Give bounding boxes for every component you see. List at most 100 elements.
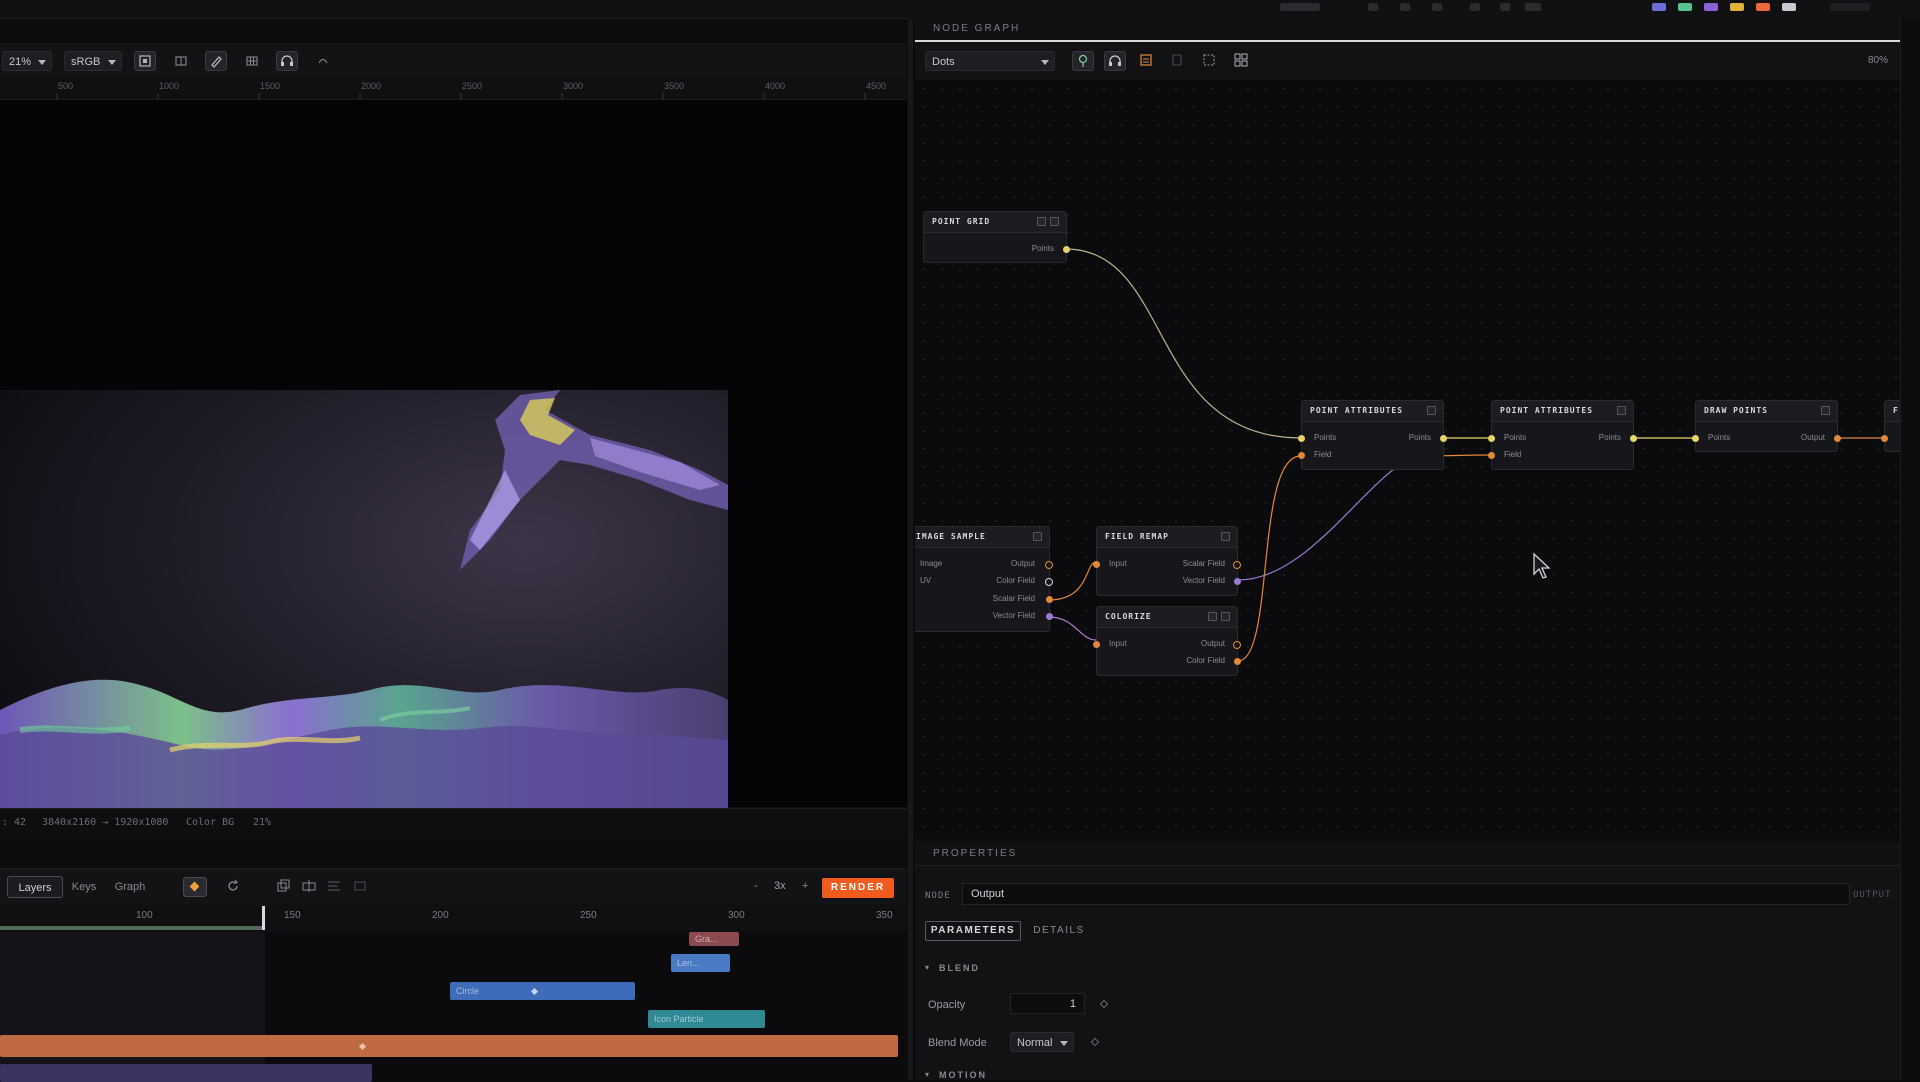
blend-mode-select[interactable]: Normal: [1010, 1032, 1074, 1052]
color-swatch[interactable]: [1756, 3, 1770, 11]
input-port[interactable]: [1093, 561, 1100, 568]
input-port[interactable]: [1488, 435, 1495, 442]
output-port[interactable]: [1046, 613, 1053, 620]
input-port[interactable]: [1488, 452, 1495, 459]
node-graph-canvas[interactable]: POINT GRID Points POINT ATTRIBUTES Point…: [915, 80, 1900, 833]
output-port[interactable]: [1234, 578, 1241, 585]
curve-button[interactable]: [312, 51, 334, 71]
timeline-ruler[interactable]: 100 150 200 250 300 350: [0, 904, 907, 932]
zoom-select[interactable]: 21%: [2, 51, 52, 71]
top-icon[interactable]: [1500, 3, 1510, 11]
output-port[interactable]: [1063, 246, 1070, 253]
node-toggle-icon[interactable]: [1050, 217, 1059, 226]
input-port[interactable]: [1692, 435, 1699, 442]
node-toggle-icon[interactable]: [1033, 532, 1042, 541]
output-port[interactable]: [1234, 658, 1241, 665]
section-motion[interactable]: MOTION: [939, 1070, 987, 1080]
render-button[interactable]: RENDER: [822, 878, 894, 898]
top-icon[interactable]: [1432, 3, 1442, 11]
output-port[interactable]: [1045, 578, 1053, 586]
speed-increase-button[interactable]: +: [802, 880, 808, 892]
tab-parameters[interactable]: PARAMETERS: [925, 921, 1021, 941]
preset-select[interactable]: Dots: [925, 51, 1055, 71]
work-area-bar[interactable]: [0, 926, 263, 930]
color-swatch[interactable]: [1652, 3, 1666, 11]
input-port[interactable]: [1298, 435, 1305, 442]
right-edge-scrollbar[interactable]: [1900, 18, 1920, 1080]
align-button[interactable]: [326, 878, 342, 894]
node-colorize[interactable]: COLORIZE Input Output Color Field: [1093, 606, 1241, 676]
output-port[interactable]: [1233, 641, 1241, 649]
clip-icon-particle[interactable]: Icon Particle: [648, 1010, 765, 1028]
pen-tool-button[interactable]: [205, 51, 227, 71]
top-menu-pill[interactable]: [1280, 3, 1320, 11]
node-partial[interactable]: F: [1881, 400, 1900, 452]
grid-button[interactable]: [241, 51, 263, 71]
duplicate-button[interactable]: [275, 878, 291, 894]
color-swatch[interactable]: [1704, 3, 1718, 11]
node-point-grid[interactable]: POINT GRID Points: [923, 211, 1070, 263]
record-button[interactable]: [1136, 51, 1158, 71]
node-toggle-icon[interactable]: [1037, 217, 1046, 226]
output-port[interactable]: [1440, 435, 1447, 442]
node-toggle-icon[interactable]: [1208, 612, 1217, 621]
clip-lens[interactable]: Len...: [671, 954, 730, 972]
node-point-attributes-1[interactable]: POINT ATTRIBUTES Points Field Points: [1298, 400, 1447, 470]
keyframe-button[interactable]: [183, 877, 207, 897]
input-port[interactable]: [1093, 641, 1100, 648]
color-swatch[interactable]: [1678, 3, 1692, 11]
keyframe-diamond-icon[interactable]: [1099, 999, 1109, 1009]
tab-details[interactable]: DETAILS: [1023, 921, 1095, 941]
node-field-remap[interactable]: FIELD REMAP Input Scalar Field Vector Fi…: [1093, 526, 1241, 596]
keyframe-diamond-icon[interactable]: [1090, 1037, 1100, 1047]
select-box-button[interactable]: [1199, 51, 1221, 71]
output-port[interactable]: [1045, 561, 1053, 569]
color-swatch[interactable]: [1782, 3, 1796, 11]
output-port[interactable]: [1834, 435, 1841, 442]
bulb-button[interactable]: [1072, 51, 1094, 71]
node-name-field[interactable]: [962, 883, 1850, 905]
layout-grid-button[interactable]: [1231, 51, 1253, 71]
clip-circle[interactable]: Circle: [450, 982, 635, 1000]
node-draw-points[interactable]: DRAW POINTS Points Output: [1692, 400, 1841, 452]
page-button[interactable]: [1167, 51, 1189, 71]
input-port[interactable]: [1298, 452, 1305, 459]
input-port[interactable]: [1881, 435, 1888, 442]
top-icon[interactable]: [1470, 3, 1480, 11]
clip-base[interactable]: [0, 1064, 372, 1082]
top-icon[interactable]: [1368, 3, 1378, 11]
viewer-canvas[interactable]: [0, 100, 907, 825]
node-image-sample[interactable]: IMAGE SAMPLE Image UV Output Color Field…: [915, 526, 1053, 632]
trim-button[interactable]: [352, 878, 368, 894]
collapse-caret-icon[interactable]: ▾: [925, 963, 929, 972]
node-toggle-icon[interactable]: [1221, 612, 1230, 621]
top-icon[interactable]: [1525, 3, 1541, 11]
split-clip-button[interactable]: [301, 878, 317, 894]
keyframe-icon[interactable]: [530, 987, 540, 997]
node-toggle-icon[interactable]: [1427, 406, 1436, 415]
speed-decrease-button[interactable]: -: [754, 880, 758, 892]
node-toggle-icon[interactable]: [1617, 406, 1626, 415]
output-port[interactable]: [1233, 561, 1241, 569]
audio-node-button[interactable]: [1104, 51, 1126, 71]
timeline-tracks[interactable]: Gra... Len... Circle Icon Particle: [0, 932, 907, 1082]
loop-button[interactable]: [225, 878, 241, 894]
top-field[interactable]: [1830, 3, 1870, 11]
clip-gradient[interactable]: Gra...: [689, 932, 739, 946]
split-view-button[interactable]: [170, 51, 192, 71]
fit-view-button[interactable]: [134, 51, 156, 71]
collapse-caret-icon[interactable]: ▾: [925, 1070, 929, 1079]
panel-divider[interactable]: [908, 18, 913, 1080]
node-toggle-icon[interactable]: [1221, 532, 1230, 541]
opacity-field[interactable]: [1010, 993, 1085, 1014]
node-toggle-icon[interactable]: [1821, 406, 1830, 415]
playhead[interactable]: [262, 906, 265, 930]
output-port[interactable]: [1630, 435, 1637, 442]
node-point-attributes-2[interactable]: POINT ATTRIBUTES Points Field Points: [1488, 400, 1637, 470]
keyframe-icon[interactable]: [358, 1042, 368, 1052]
tab-keys[interactable]: Keys: [67, 876, 101, 898]
colorspace-select[interactable]: sRGB: [64, 51, 122, 71]
color-swatch[interactable]: [1730, 3, 1744, 11]
top-icon[interactable]: [1400, 3, 1410, 11]
clip-background[interactable]: [0, 1035, 898, 1057]
